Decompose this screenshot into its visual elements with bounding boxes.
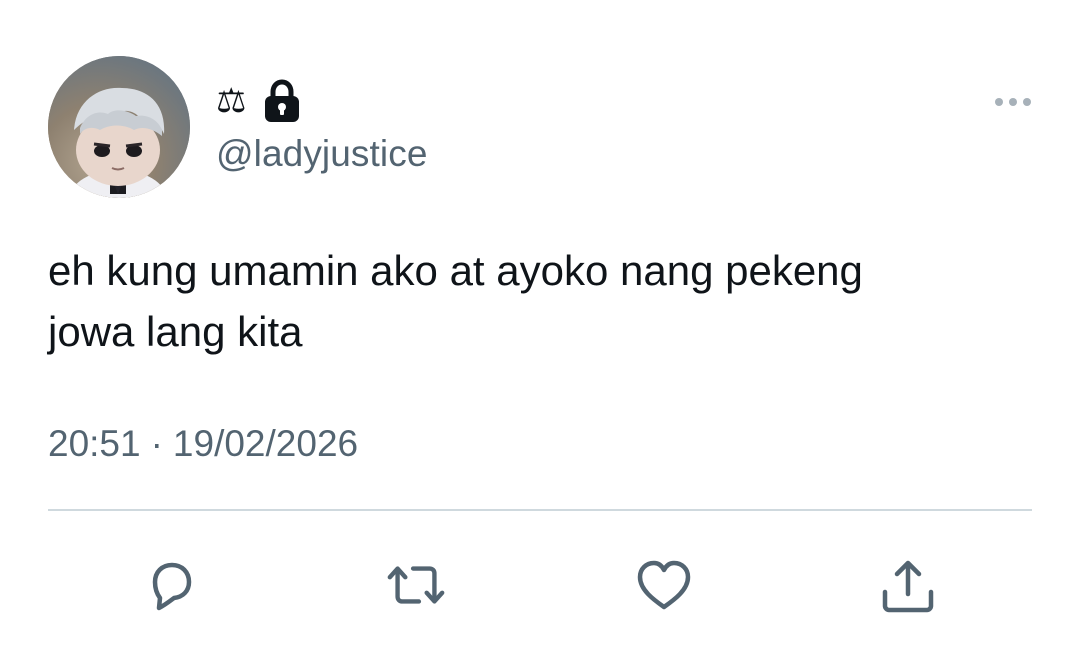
tweet-actions (0, 553, 1080, 617)
tweet-timestamp[interactable]: 20:51 · 19/02/2026 (48, 422, 358, 466)
user-handle[interactable]: @ladyjustice (216, 133, 428, 175)
heart-icon (637, 560, 691, 610)
tweet-time: 20:51 (48, 423, 141, 464)
tweet-text: eh kung umamin ako at ayoko nang pekeng … (48, 247, 863, 355)
avatar[interactable] (48, 56, 190, 198)
like-button[interactable] (632, 553, 696, 617)
tweet-card: ⚖ @ladyjustice eh kung umamin ako at ayo… (0, 0, 1080, 651)
divider (48, 509, 1032, 511)
lock-icon (262, 78, 302, 124)
more-dots-icon (995, 98, 1031, 106)
more-button[interactable] (990, 88, 1038, 116)
reply-icon (152, 562, 192, 611)
tweet-date: 19/02/2026 (172, 423, 359, 464)
meta-separator: · (150, 423, 163, 464)
share-button[interactable] (876, 553, 940, 617)
retweet-button[interactable] (384, 553, 448, 617)
retweet-icon (387, 566, 445, 604)
reply-button[interactable] (139, 553, 203, 617)
share-icon (882, 560, 934, 613)
display-name[interactable]: ⚖ (216, 84, 246, 118)
user-name-row: ⚖ (216, 76, 302, 126)
avatar-image (48, 56, 190, 198)
